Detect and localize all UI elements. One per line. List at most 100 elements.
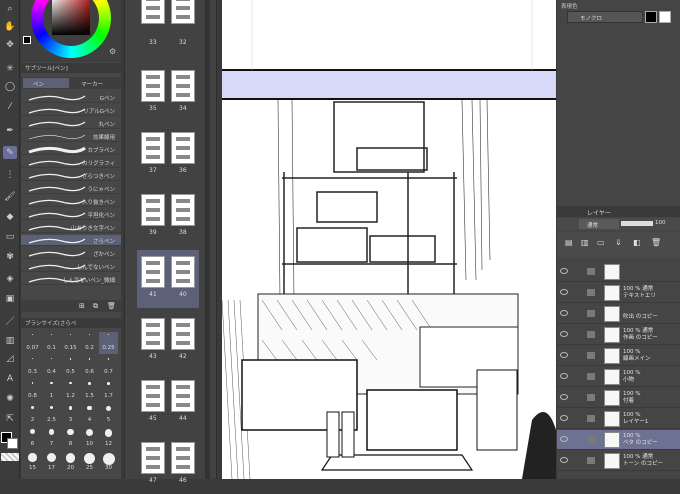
mono-black-toggle[interactable] [645, 11, 657, 23]
brush-size-cell[interactable]: 1.5 [80, 380, 99, 402]
text-icon[interactable]: A [3, 372, 17, 385]
brush-size-cell[interactable]: 12 [99, 428, 118, 450]
canvas[interactable] [222, 0, 556, 479]
brush-item[interactable]: うにゃペン [21, 183, 121, 194]
lasso-icon[interactable]: ◯ [3, 80, 17, 93]
page-spread[interactable]: 37 36 [137, 126, 199, 184]
magic-wand-icon[interactable]: ✳ [3, 62, 17, 75]
brush-size-cell[interactable]: 2.5 [42, 404, 61, 426]
visibility-eye-icon[interactable] [560, 310, 568, 316]
page-thumbnail[interactable] [141, 132, 165, 164]
visibility-eye-icon[interactable] [560, 289, 568, 295]
brush-size-cell[interactable]: 2 [23, 404, 42, 426]
page-thumbnail[interactable] [141, 194, 165, 226]
zoom-icon[interactable]: ⌕ [3, 2, 17, 15]
visibility-eye-icon[interactable] [560, 457, 568, 463]
sub-color-swatch[interactable] [7, 438, 18, 449]
brush-size-cell[interactable]: 30 [99, 452, 118, 474]
brush-size-cell[interactable]: 17 [42, 452, 61, 474]
trash-icon[interactable]: 🗑 [107, 302, 116, 310]
move-icon[interactable]: ✥ [3, 38, 17, 51]
brush-item[interactable]: カブラペン [21, 144, 121, 155]
page-spread[interactable]: 47 46 [137, 436, 199, 494]
brush-size-cell[interactable]: 7 [42, 428, 61, 450]
fill-icon[interactable]: ◈ [3, 272, 17, 285]
brush-size-cell[interactable]: 0.1 [42, 332, 61, 354]
opacity-slider[interactable] [621, 221, 653, 226]
page-spread[interactable]: 45 44 [137, 374, 199, 432]
brush-size-cell[interactable]: 0.6 [80, 356, 99, 378]
airbrush-icon[interactable]: ⋮ [3, 168, 17, 181]
brush-item[interactable]: 効果線用 [21, 131, 121, 142]
brush-item[interactable]: しんでないペン [21, 261, 121, 272]
brush-item[interactable]: リアルGペン [21, 105, 121, 116]
mono-white-toggle[interactable] [659, 11, 671, 23]
layer-row[interactable]: 100 % 通常 トーン のコピー [557, 451, 680, 471]
settings-icon[interactable]: ⚙ [109, 47, 116, 56]
operation-icon[interactable]: ⇱ [3, 412, 17, 425]
brush-size-cell[interactable]: 1 [42, 380, 61, 402]
page-thumbnail[interactable] [141, 442, 165, 474]
visibility-eye-icon[interactable] [560, 394, 568, 400]
eyedropper-icon[interactable]: ⁄ [3, 100, 17, 113]
brush-item[interactable]: ざらつきペン [21, 170, 121, 181]
visibility-eye-icon[interactable] [560, 373, 568, 379]
brush-item[interactable]: Gペン [21, 92, 121, 103]
page-thumbnail[interactable] [141, 70, 165, 102]
brush-size-cell[interactable]: 1.2 [61, 380, 80, 402]
color-black-swatch[interactable] [23, 36, 31, 44]
page-spread[interactable]: 39 38 [137, 188, 199, 246]
mask-icon[interactable]: ◧ [633, 238, 641, 247]
copy-icon[interactable]: ⧉ [93, 302, 98, 311]
opacity-value[interactable]: 100 [655, 220, 666, 226]
frame-icon[interactable]: ▥ [3, 334, 17, 347]
page-thumbnail[interactable] [141, 318, 165, 350]
balloon-icon[interactable]: ✺ [3, 392, 17, 405]
brush-size-cell[interactable]: 20 [61, 452, 80, 474]
brush-item[interactable]: カリグラフィ [21, 157, 121, 168]
brush-item[interactable]: さらペン [21, 235, 121, 246]
page-thumbnail[interactable] [171, 0, 195, 24]
visibility-eye-icon[interactable] [560, 415, 568, 421]
brush-size-cell[interactable]: 0.07 [23, 332, 42, 354]
brush-size-cell[interactable]: 0.4 [42, 356, 61, 378]
page-spread[interactable]: 33 32 [137, 0, 199, 60]
brush-size-cell[interactable]: 0.25 [99, 332, 118, 354]
brush-size-cell[interactable]: 0.3 [23, 356, 42, 378]
visibility-eye-icon[interactable] [560, 436, 568, 442]
brush-size-cell[interactable]: 8 [61, 428, 80, 450]
delete-layer-icon[interactable]: 🗑 [651, 238, 661, 247]
saturation-box[interactable] [52, 0, 90, 35]
page-spread[interactable]: 43 42 [137, 312, 199, 370]
layer-row[interactable]: 100 % 通常 テキストエリ [557, 283, 680, 303]
new-vector-layer-icon[interactable]: ▥ [581, 238, 589, 247]
page-thumbnail[interactable] [141, 0, 165, 24]
blend-icon[interactable]: ◆ [3, 210, 17, 223]
visibility-eye-icon[interactable] [560, 268, 568, 274]
brush-size-cell[interactable]: 0.5 [61, 356, 80, 378]
brush-size-cell[interactable]: 0.7 [99, 356, 118, 378]
brush-item[interactable]: 平坦化ペン [21, 209, 121, 220]
page-thumbnail[interactable] [171, 442, 195, 474]
layer-row[interactable]: 100 % 線画メイン [557, 346, 680, 366]
page-thumbnail[interactable] [141, 380, 165, 412]
page-thumbnail[interactable] [141, 256, 165, 288]
eraser-icon[interactable]: ▭ [3, 230, 17, 243]
add-icon[interactable]: ⊞ [79, 302, 85, 310]
brush-size-cell[interactable]: 6 [23, 428, 42, 450]
layer-row[interactable]: 100 % レイヤー1 [557, 409, 680, 429]
brush-item[interactable]: 山ありき文字ペン [21, 222, 121, 233]
brush-size-cell[interactable]: 0.15 [61, 332, 80, 354]
page-thumbnail[interactable] [171, 70, 195, 102]
decoration-icon[interactable]: ✾ [3, 250, 17, 263]
expression-color-select[interactable]: モノクロ [567, 11, 643, 23]
figure-icon[interactable]: ／ [3, 314, 17, 327]
blend-mode-select[interactable]: 通常 [579, 219, 619, 229]
page-thumbnail[interactable] [171, 194, 195, 226]
page-spread[interactable]: 41 40 [137, 250, 199, 308]
brush-item[interactable]: しんでないペン_微細 [21, 274, 121, 285]
pen-tool-active-icon[interactable]: ✎ [3, 146, 17, 159]
layer-row[interactable] [557, 262, 680, 282]
layer-row[interactable]: 100 % 通常 作画 のコピー [557, 325, 680, 345]
brush-size-cell[interactable]: 4 [80, 404, 99, 426]
